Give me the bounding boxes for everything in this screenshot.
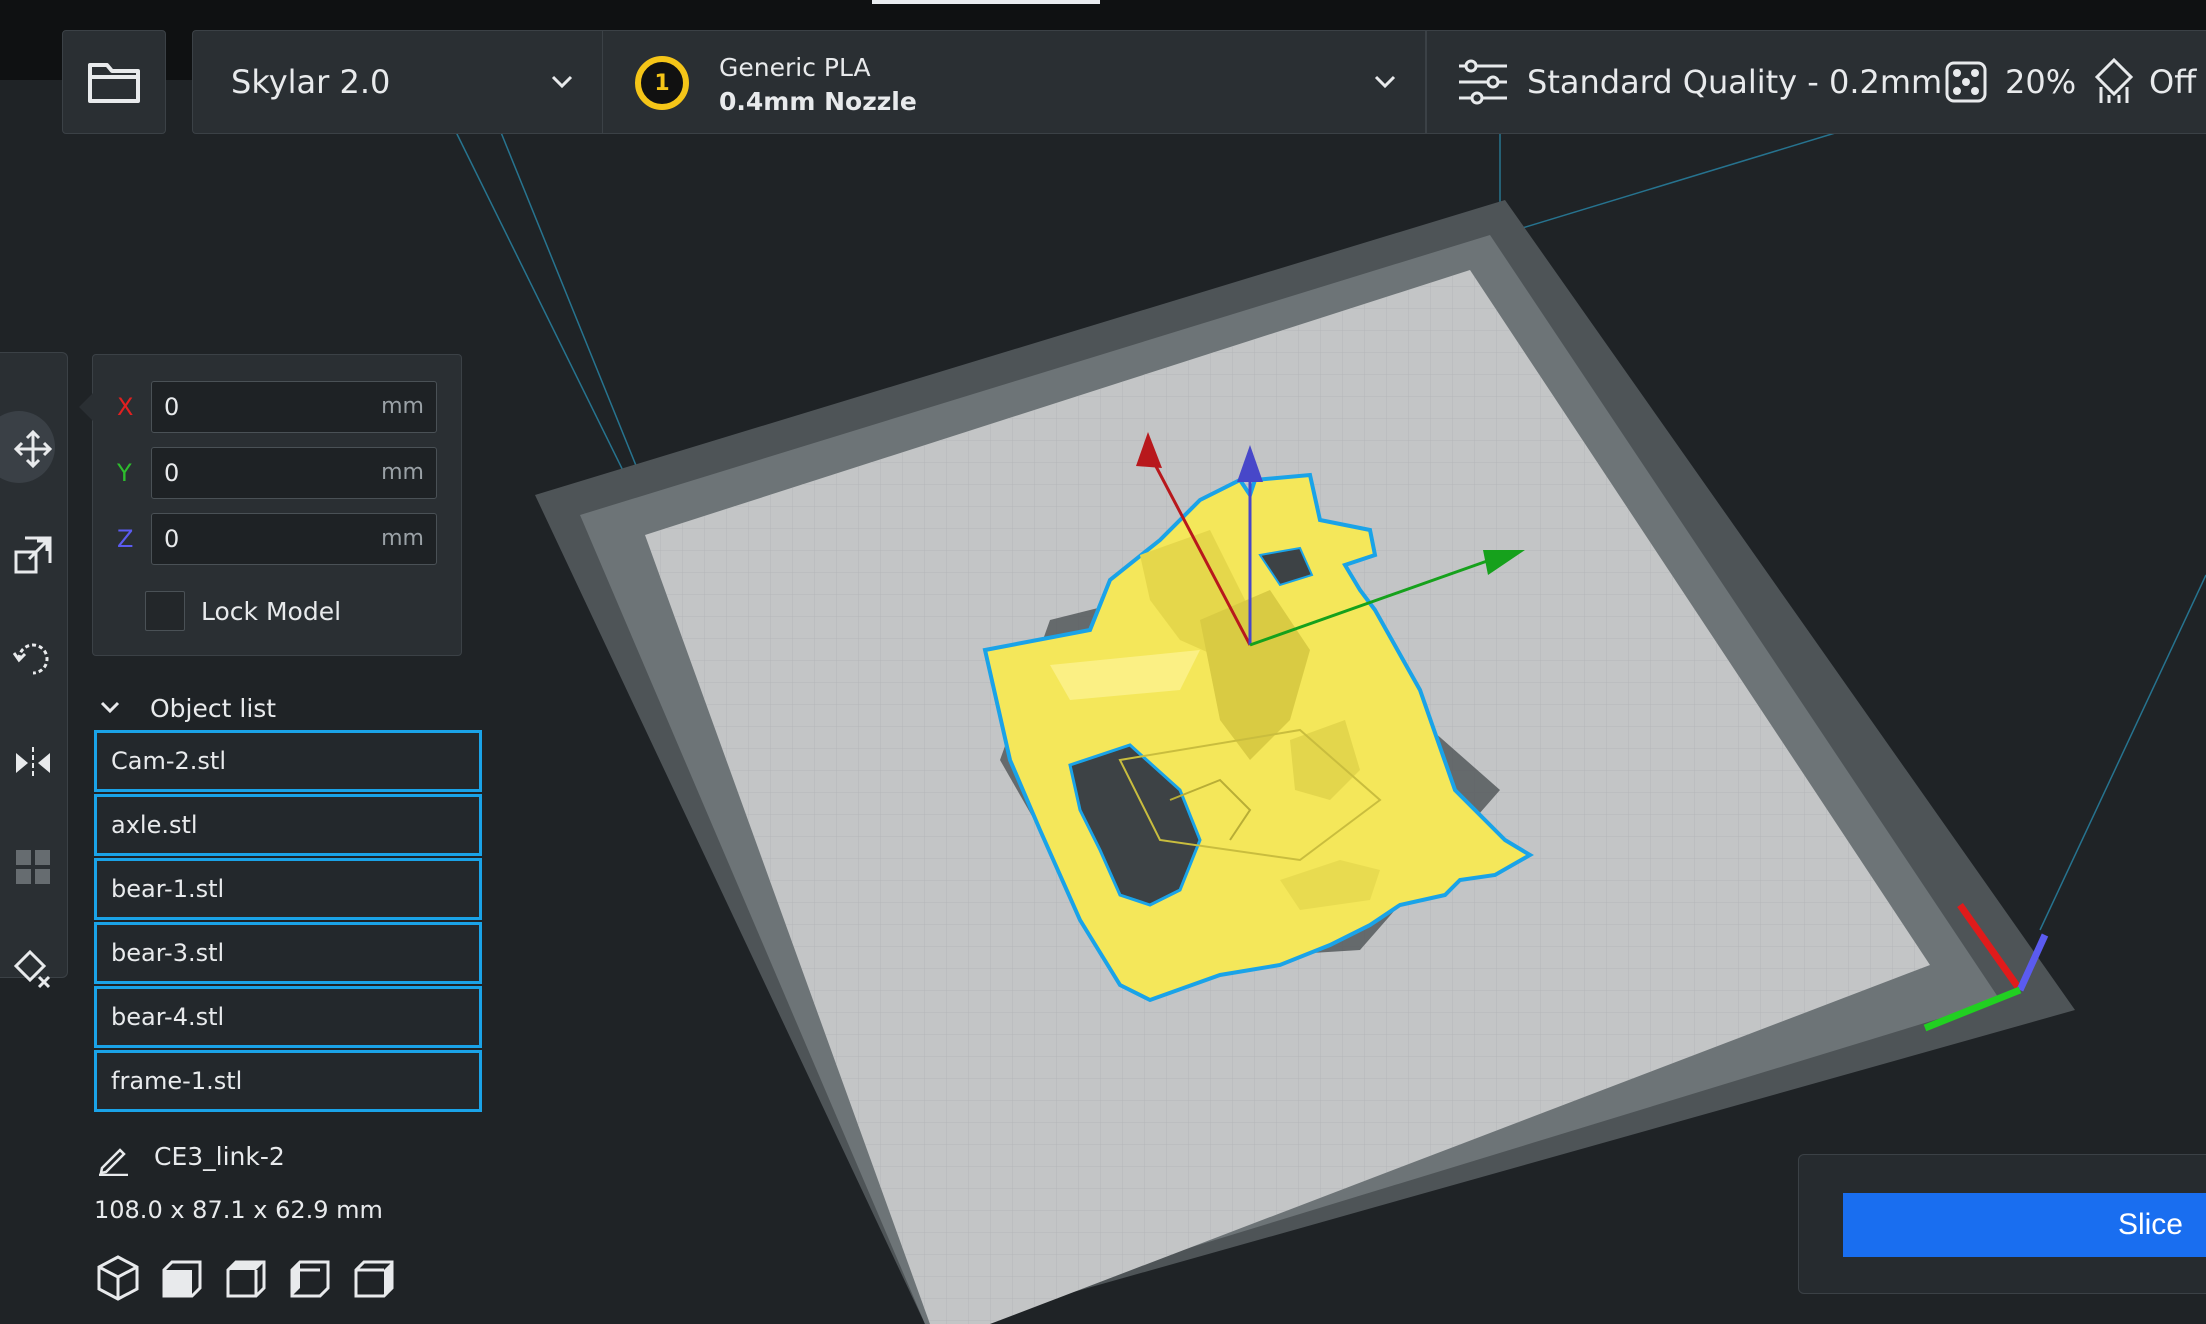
z-axis-label: Z: [117, 525, 134, 553]
front-view-button[interactable]: [160, 1254, 210, 1304]
support-blocker-icon: [13, 949, 51, 989]
lock-model-checkbox[interactable]: [145, 591, 185, 631]
printer-name: Skylar 2.0: [231, 63, 391, 101]
top-view-button[interactable]: [224, 1254, 274, 1304]
per-model-settings-button[interactable]: [0, 823, 69, 911]
y-position-input[interactable]: 0 mm: [151, 447, 437, 499]
active-tab-indicator: [872, 0, 1100, 4]
move-icon: [13, 429, 53, 469]
quality-profile: Standard Quality - 0.2mm: [1527, 63, 1943, 101]
object-list-toggle[interactable]: Object list: [96, 690, 436, 730]
folder-icon: [88, 63, 140, 103]
lock-model-label: Lock Model: [201, 597, 342, 626]
project-name-label: CE3_link-2: [154, 1142, 285, 1171]
move-tool-button[interactable]: [0, 405, 69, 493]
mirror-icon: [16, 747, 50, 776]
top-view-icon: [226, 1260, 266, 1298]
camera-view-buttons: [96, 1254, 426, 1304]
material-name: Generic PLA: [719, 53, 871, 82]
y-unit: mm: [381, 460, 424, 485]
nozzle-size: 0.4mm Nozzle: [719, 87, 917, 116]
z-position-input[interactable]: 0 mm: [151, 513, 437, 565]
rotate-tool-button[interactable]: [0, 615, 69, 703]
list-item[interactable]: bear-4.stl: [94, 986, 482, 1048]
extruder-badge: 1: [635, 56, 689, 110]
tool-bar: [0, 352, 69, 989]
object-name: Cam-2.stl: [111, 747, 226, 775]
mirror-tool-button[interactable]: [0, 719, 69, 807]
scale-tool-button[interactable]: [0, 511, 69, 599]
list-item[interactable]: axle.stl: [94, 794, 482, 856]
3d-viewport[interactable]: [0, 0, 2206, 1324]
object-name: bear-1.stl: [111, 875, 225, 903]
chevron-down-icon: [1374, 75, 1396, 89]
settings-sliders-icon: [1459, 59, 1507, 105]
3d-view-icon: [97, 1255, 139, 1301]
z-position-row: Z 0 mm: [93, 513, 463, 565]
list-item[interactable]: frame-1.stl: [94, 1050, 482, 1112]
support-value: Off: [2149, 63, 2197, 101]
infill-icon: [1945, 61, 1987, 103]
cura-window: Skylar 2.0 1 Generic PLA 0.4mm Nozzle St…: [0, 0, 2206, 1324]
list-item[interactable]: Cam-2.stl: [94, 730, 482, 792]
edit-pen-icon: [99, 1148, 128, 1176]
z-unit: mm: [381, 526, 424, 551]
z-position-value: 0: [164, 525, 180, 553]
rotate-icon: [13, 643, 49, 675]
support-icon: [2094, 57, 2134, 103]
left-view-icon: [290, 1260, 330, 1298]
support-blocker-button[interactable]: [0, 925, 69, 1013]
y-position-row: Y 0 mm: [93, 447, 463, 499]
left-view-button[interactable]: [288, 1254, 338, 1304]
list-item[interactable]: bear-3.stl: [94, 922, 482, 984]
scale-icon: [14, 536, 52, 574]
object-name: frame-1.stl: [111, 1067, 243, 1095]
object-name: axle.stl: [111, 811, 198, 839]
move-panel: X 0 mm Y 0 mm Z 0 mm Lock Model: [79, 354, 463, 656]
object-list[interactable]: Cam-2.stl axle.stl bear-1.stl bear-3.stl…: [94, 730, 484, 1120]
right-view-button[interactable]: [352, 1254, 402, 1304]
x-position-row: X 0 mm: [93, 381, 463, 433]
printer-selector[interactable]: Skylar 2.0: [192, 30, 602, 134]
chevron-down-icon: [100, 701, 120, 714]
list-item[interactable]: bear-1.stl: [94, 858, 482, 920]
x-unit: mm: [381, 394, 424, 419]
y-axis-label: Y: [117, 459, 132, 487]
object-name: bear-3.stl: [111, 939, 225, 967]
x-position-value: 0: [164, 393, 180, 421]
right-view-icon: [354, 1260, 394, 1298]
action-panel: Slice: [1798, 1154, 2206, 1294]
chevron-down-icon: [551, 75, 573, 89]
object-name: bear-4.stl: [111, 1003, 225, 1031]
print-settings-selector[interactable]: Standard Quality - 0.2mm 20% Off: [1426, 30, 2206, 134]
y-position-value: 0: [164, 459, 180, 487]
object-list-title: Object list: [150, 694, 277, 723]
material-selector[interactable]: 1 Generic PLA 0.4mm Nozzle: [602, 30, 1426, 134]
model-dimensions: 108.0 x 87.1 x 62.9 mm: [94, 1196, 383, 1224]
infill-value: 20%: [2005, 63, 2077, 101]
per-model-settings-icon: [16, 850, 50, 884]
x-axis-label: X: [117, 393, 134, 421]
open-file-button[interactable]: [62, 30, 166, 134]
3d-view-button[interactable]: [96, 1254, 146, 1304]
slice-button[interactable]: Slice: [1843, 1193, 2206, 1257]
x-position-input[interactable]: 0 mm: [151, 381, 437, 433]
front-view-icon: [162, 1260, 202, 1298]
